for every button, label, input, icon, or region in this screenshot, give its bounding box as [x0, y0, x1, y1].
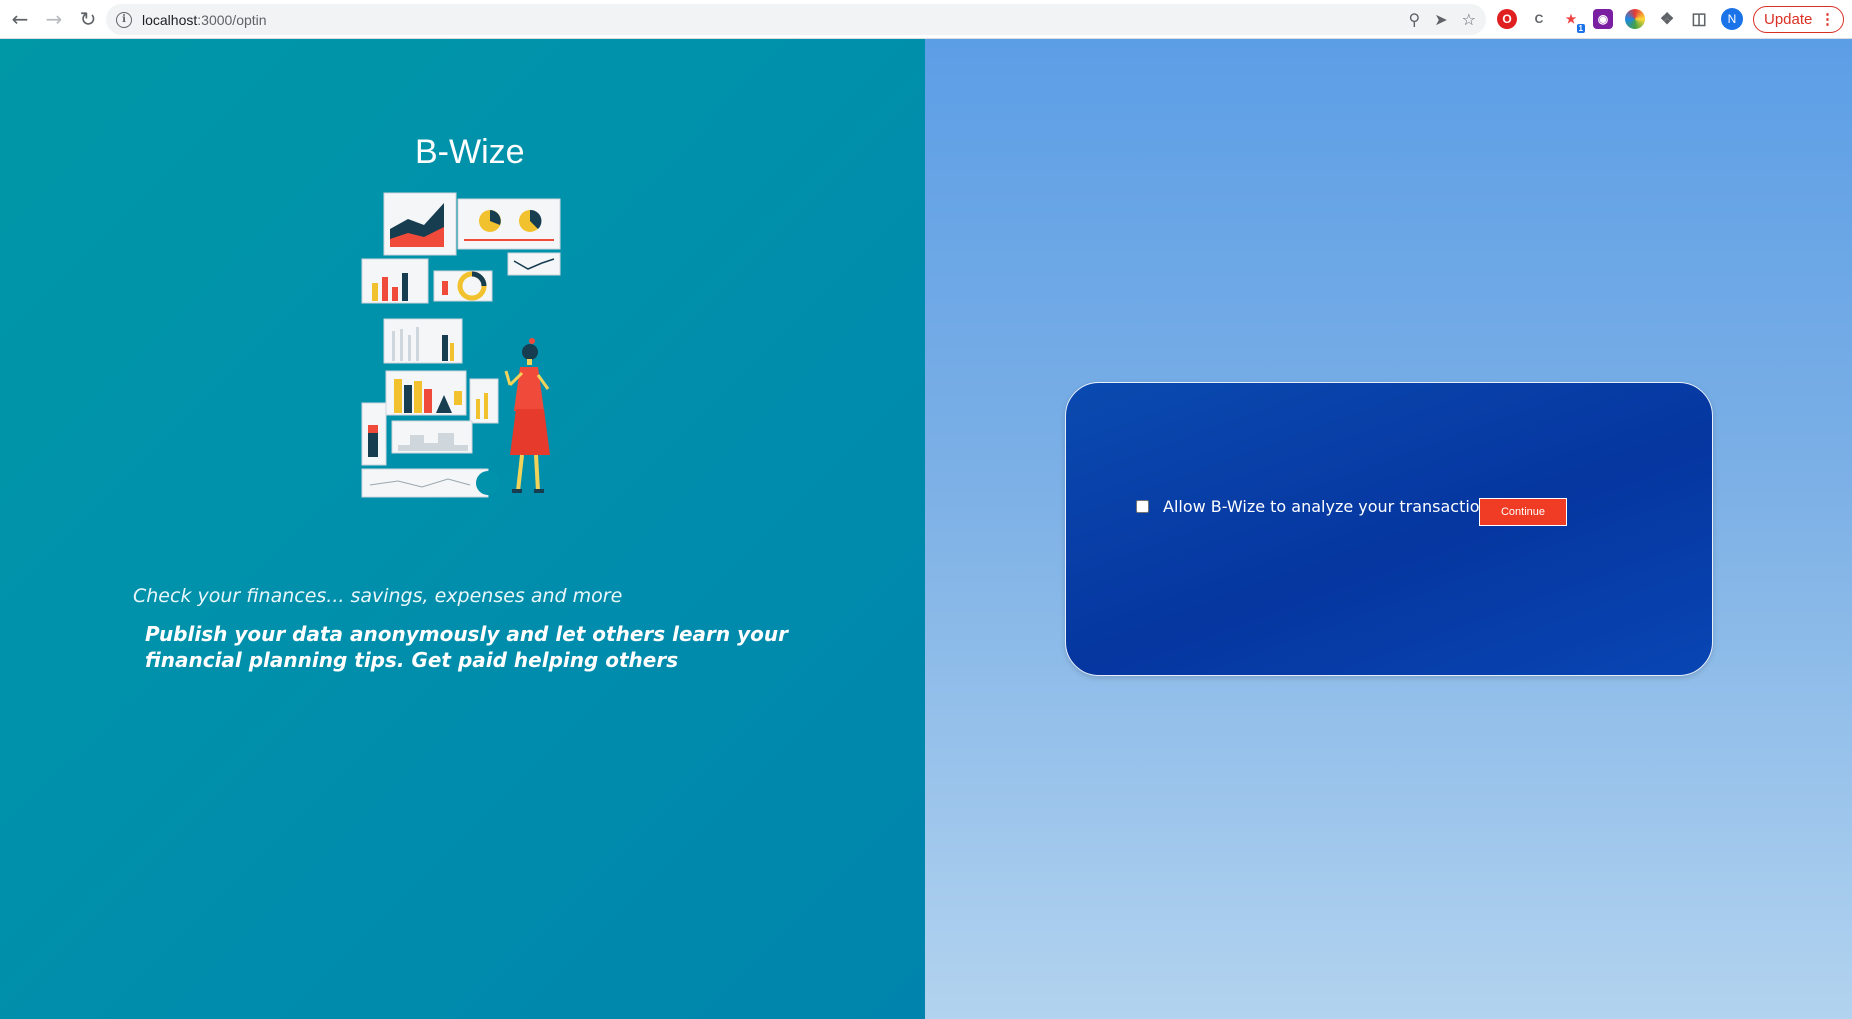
allow-analysis-label[interactable]: Allow B-Wize to analyze your transaction…: [1163, 497, 1498, 516]
optin-row: Allow B-Wize to analyze your transaction…: [1136, 497, 1498, 516]
brand-title: B-Wize: [415, 133, 525, 171]
update-button[interactable]: Update ⋮: [1753, 6, 1844, 33]
browser-toolbar: ← → ↻ i localhost:3000/optin ⚲ ➤ ☆ O C ★…: [0, 0, 1852, 39]
url-text[interactable]: localhost:3000/optin: [142, 12, 267, 28]
extension-badge: 1: [1576, 24, 1585, 33]
site-info-icon[interactable]: i: [116, 11, 132, 28]
address-bar[interactable]: i localhost:3000/optin ⚲ ➤ ☆: [106, 4, 1486, 35]
purple-extension-icon[interactable]: ◉: [1593, 9, 1613, 29]
back-icon[interactable]: ←: [6, 5, 34, 33]
color-picker-extension-icon[interactable]: [1625, 9, 1645, 29]
finance-dashboard-illustration: [361, 192, 561, 498]
zoom-icon[interactable]: ⚲: [1409, 10, 1421, 29]
allow-analysis-checkbox[interactable]: [1136, 500, 1149, 513]
url-host: localhost: [142, 11, 198, 28]
optin-card: Allow B-Wize to analyze your transaction…: [1065, 382, 1713, 676]
update-label: Update: [1764, 11, 1813, 28]
code-extension-icon[interactable]: C: [1529, 9, 1549, 29]
puzzle-extensions-icon[interactable]: ❖: [1657, 9, 1677, 29]
share-extension-icon[interactable]: ★ 1: [1561, 9, 1585, 33]
send-icon[interactable]: ➤: [1434, 10, 1447, 29]
pitch-text: Publish your data anonymously and let ot…: [145, 622, 788, 672]
continue-button[interactable]: Continue: [1479, 498, 1567, 526]
profile-avatar[interactable]: N: [1721, 8, 1743, 30]
url-path: :3000/optin: [197, 11, 267, 28]
menu-dots-icon[interactable]: ⋮: [1820, 10, 1835, 28]
forward-icon[interactable]: →: [40, 5, 68, 33]
reload-icon[interactable]: ↻: [74, 5, 102, 33]
bookmark-star-icon[interactable]: ☆: [1462, 10, 1476, 29]
right-panel: Allow B-Wize to analyze your transaction…: [925, 39, 1852, 1019]
side-panel-icon[interactable]: ◫: [1689, 9, 1709, 29]
left-panel: B-Wize Check your finances... savings, e…: [0, 39, 925, 1019]
tagline-text: Check your finances... savings, expenses…: [133, 585, 623, 607]
opera-extension-icon[interactable]: O: [1497, 9, 1517, 29]
